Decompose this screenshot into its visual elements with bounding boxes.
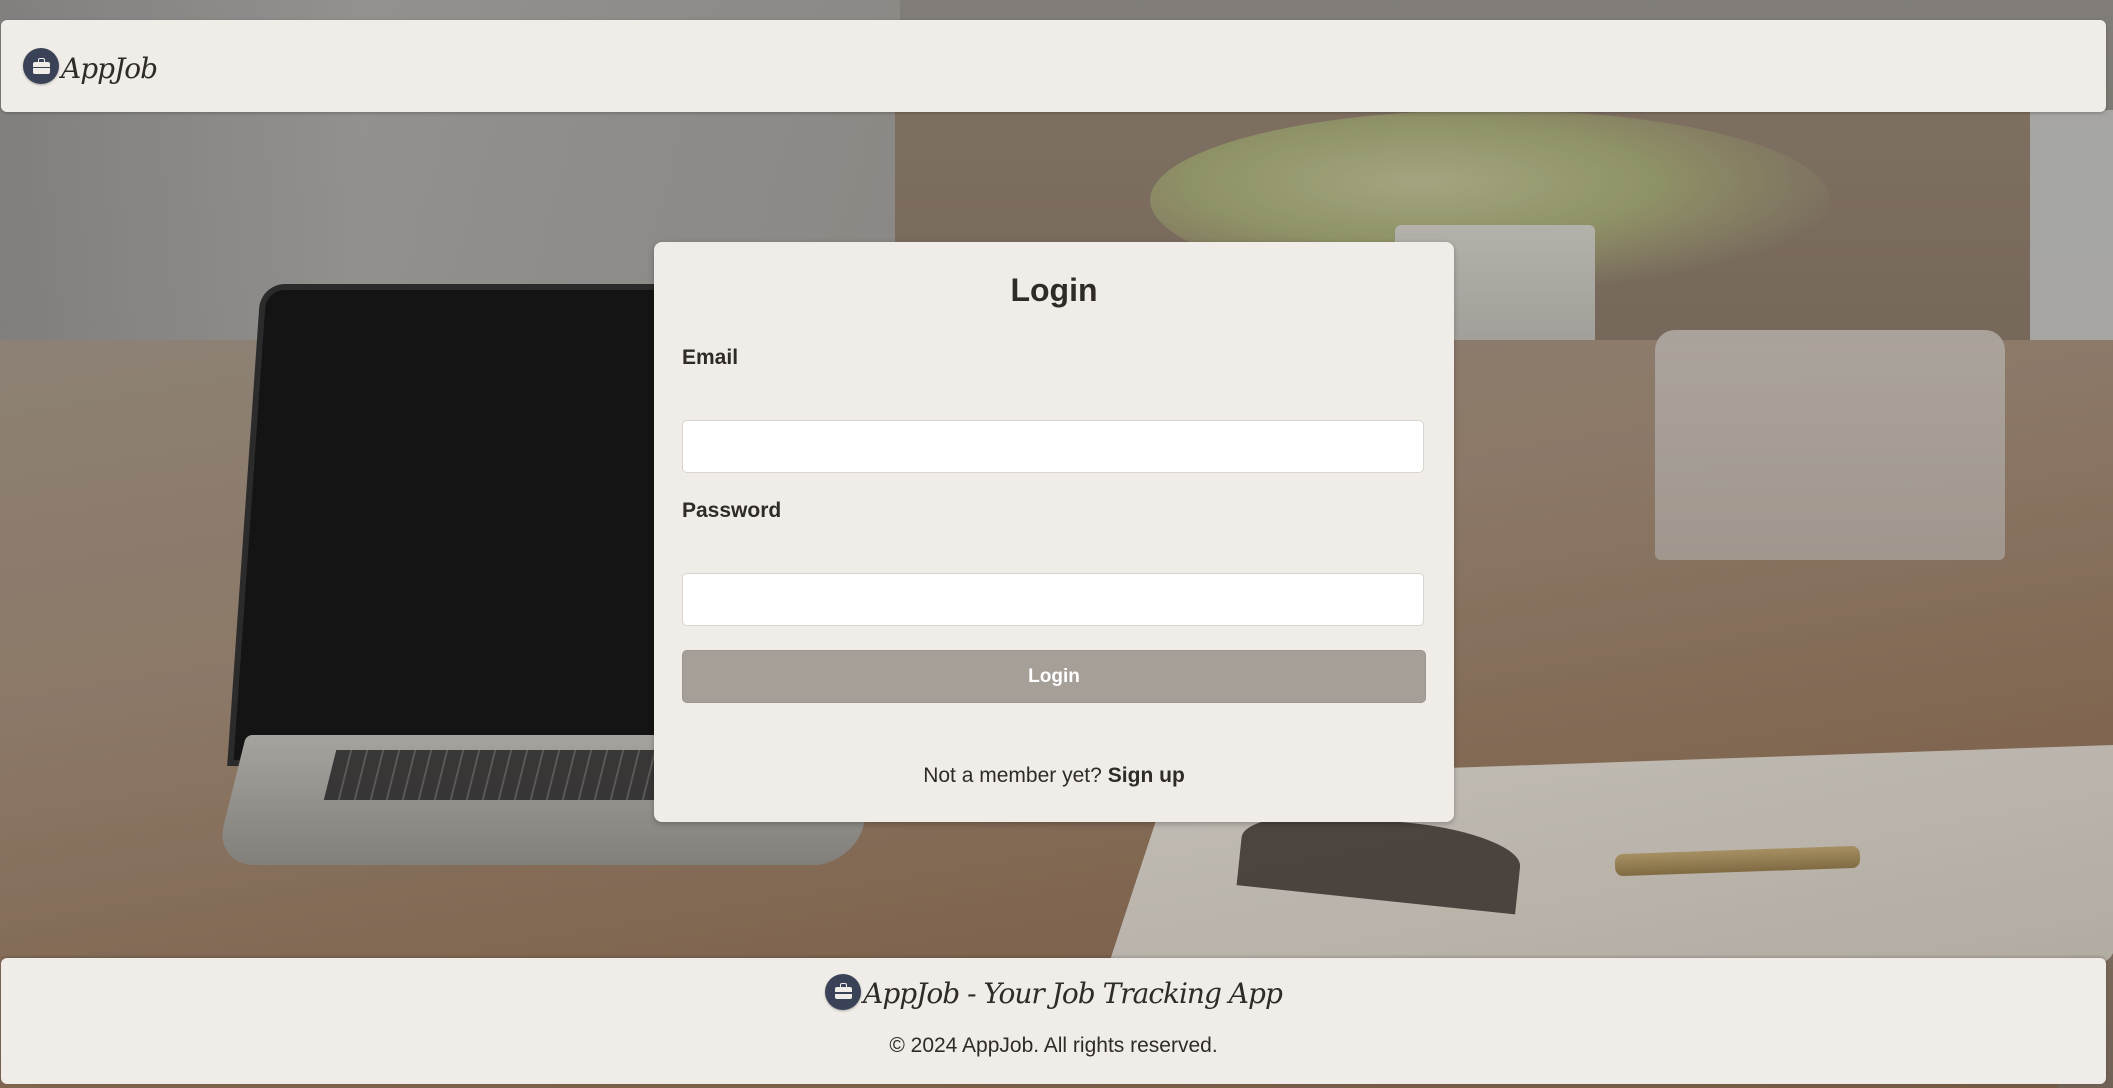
top-navbar: AppJob <box>1 20 2106 112</box>
briefcase-icon[interactable] <box>23 48 59 84</box>
login-card: Login Email Password Login Not a member … <box>654 242 1454 822</box>
email-field[interactable] <box>682 420 1424 473</box>
briefcase-icon <box>825 973 862 1010</box>
password-field[interactable] <box>682 573 1424 626</box>
password-label: Password <box>682 499 782 522</box>
login-title: Login <box>1010 272 1098 308</box>
brand-logo-text[interactable]: AppJob <box>61 52 158 85</box>
footer-brand-text: AppJob - Your Job Tracking App <box>863 977 1283 1010</box>
signup-prompt-line: Not a member yet? Sign up <box>654 764 1454 788</box>
footer-brand-row: AppJob - Your Job Tracking App <box>1 973 2106 1010</box>
signup-prompt-text: Not a member yet? <box>923 764 1102 787</box>
login-button[interactable]: Login <box>682 650 1426 703</box>
signup-link[interactable]: Sign up <box>1108 764 1185 787</box>
email-label: Email <box>682 346 739 369</box>
copyright-text: © 2024 AppJob. All rights reserved. <box>889 1034 1218 1057</box>
page-footer: AppJob - Your Job Tracking App © 2024 Ap… <box>1 958 2106 1084</box>
